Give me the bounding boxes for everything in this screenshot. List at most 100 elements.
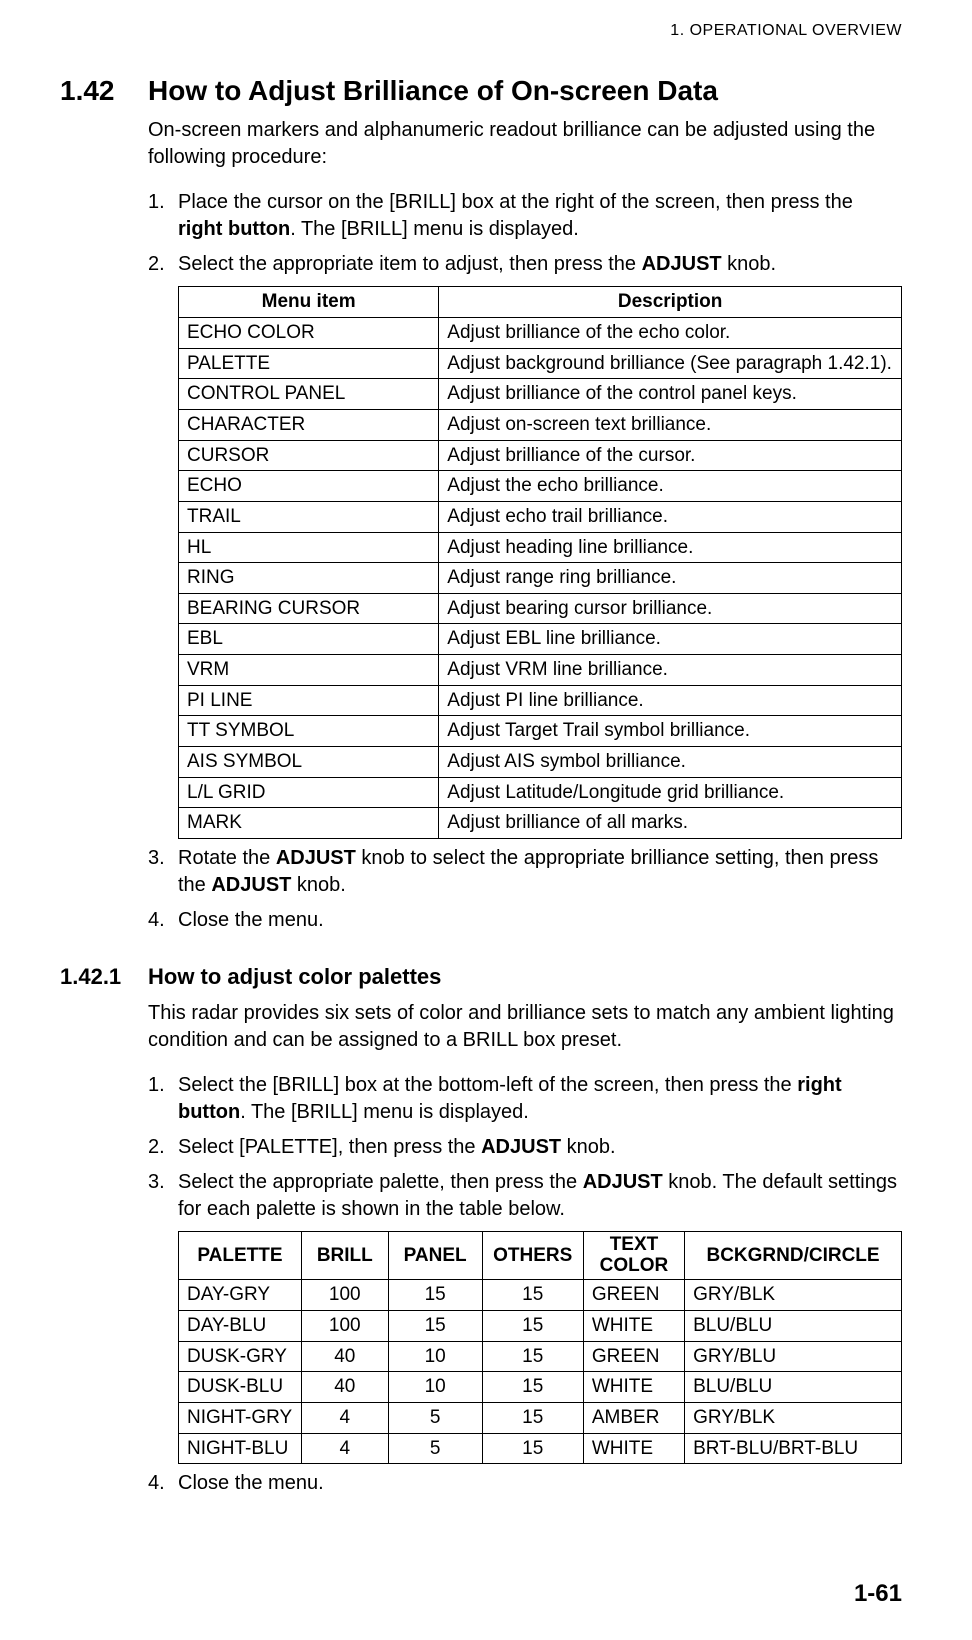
table-cell: 15 <box>388 1310 482 1341</box>
table-cell: 15 <box>482 1372 583 1403</box>
text: Rotate the <box>178 847 276 869</box>
list-item: 1. Select the [BRILL] box at the bottom-… <box>148 1072 902 1126</box>
table-row: CURSORAdjust brilliance of the cursor. <box>179 440 902 471</box>
table-cell: 100 <box>301 1280 388 1311</box>
list-text: Rotate the ADJUST knob to select the app… <box>178 845 902 899</box>
list-marker: 3. <box>148 845 178 899</box>
text: Select the appropriate palette, then pre… <box>178 1171 583 1193</box>
list-item: 4. Close the menu. <box>148 907 902 934</box>
table-row: DAY-BLU1001515WHITEBLU/BLU <box>179 1310 902 1341</box>
table-header: Description <box>439 287 902 318</box>
table-header-row: Menu item Description <box>179 287 902 318</box>
table-cell: Adjust the echo brilliance. <box>439 471 902 502</box>
table-cell: WHITE <box>583 1310 684 1341</box>
table-cell: 100 <box>301 1310 388 1341</box>
table-cell: DAY-GRY <box>179 1280 302 1311</box>
section-body: On-screen markers and alphanumeric reado… <box>148 117 902 934</box>
list-text: Select [PALETTE], then press the ADJUST … <box>178 1134 902 1161</box>
table-cell: BEARING CURSOR <box>179 593 439 624</box>
table-header: Menu item <box>179 287 439 318</box>
palette-table: PALETTE BRILL PANEL OTHERS TEXT COLOR BC… <box>178 1231 902 1465</box>
table-cell: WHITE <box>583 1372 684 1403</box>
menu-table-wrapper: Menu item Description ECHO COLORAdjust b… <box>178 286 902 839</box>
menu-item-table: Menu item Description ECHO COLORAdjust b… <box>178 286 902 839</box>
table-cell: 15 <box>482 1402 583 1433</box>
table-cell: GREEN <box>583 1280 684 1311</box>
section-number: 1.42 <box>60 72 148 110</box>
table-row: CHARACTERAdjust on-screen text brillianc… <box>179 409 902 440</box>
bold-text: ADJUST <box>583 1171 663 1193</box>
table-cell: Adjust brilliance of the control panel k… <box>439 379 902 410</box>
page-number: 1-61 <box>854 1578 902 1610</box>
table-cell: DUSK-GRY <box>179 1341 302 1372</box>
table-cell: 40 <box>301 1372 388 1403</box>
text: . The [BRILL] menu is displayed. <box>240 1101 529 1123</box>
list-text: Select the appropriate palette, then pre… <box>178 1169 902 1223</box>
table-cell: DAY-BLU <box>179 1310 302 1341</box>
table-cell: 40 <box>301 1341 388 1372</box>
list-text: Select the [BRILL] box at the bottom-lef… <box>178 1072 902 1126</box>
table-cell: BRT-BLU/BRT-BLU <box>685 1433 902 1464</box>
table-row: VRMAdjust VRM line brilliance. <box>179 655 902 686</box>
table-header: PALETTE <box>179 1231 302 1280</box>
table-cell: Adjust Latitude/Longitude grid brillianc… <box>439 777 902 808</box>
text: TEXT <box>610 1234 659 1255</box>
table-cell: PALETTE <box>179 348 439 379</box>
text: knob. <box>722 253 776 275</box>
table-header-row: PALETTE BRILL PANEL OTHERS TEXT COLOR BC… <box>179 1231 902 1280</box>
list-item: 3. Select the appropriate palette, then … <box>148 1169 902 1223</box>
table-cell: TT SYMBOL <box>179 716 439 747</box>
table-cell: TRAIL <box>179 501 439 532</box>
table-cell: 15 <box>482 1280 583 1311</box>
list-item: 1. Place the cursor on the [BRILL] box a… <box>148 189 902 243</box>
list-item: 2. Select the appropriate item to adjust… <box>148 251 902 278</box>
table-row: MARKAdjust brilliance of all marks. <box>179 808 902 839</box>
list-marker: 2. <box>148 251 178 278</box>
table-cell: Adjust echo trail brilliance. <box>439 501 902 532</box>
table-cell: NIGHT-BLU <box>179 1433 302 1464</box>
list-marker: 2. <box>148 1134 178 1161</box>
table-cell: GRY/BLK <box>685 1402 902 1433</box>
table-cell: Adjust brilliance of all marks. <box>439 808 902 839</box>
list-marker: 1. <box>148 1072 178 1126</box>
table-row: HLAdjust heading line brilliance. <box>179 532 902 563</box>
table-cell: Adjust brilliance of the cursor. <box>439 440 902 471</box>
text: COLOR <box>600 1255 669 1276</box>
table-row: PI LINEAdjust PI line brilliance. <box>179 685 902 716</box>
text: Select the [BRILL] box at the bottom-lef… <box>178 1074 797 1096</box>
table-cell: Adjust EBL line brilliance. <box>439 624 902 655</box>
list-text: Close the menu. <box>178 907 902 934</box>
table-row: ECHOAdjust the echo brilliance. <box>179 471 902 502</box>
table-cell: MARK <box>179 808 439 839</box>
table-cell: NIGHT-GRY <box>179 1402 302 1433</box>
section-intro: On-screen markers and alphanumeric reado… <box>148 117 902 171</box>
table-row: RINGAdjust range ring brilliance. <box>179 563 902 594</box>
table-header: OTHERS <box>482 1231 583 1280</box>
table-cell: ECHO COLOR <box>179 318 439 349</box>
subsection-number: 1.42.1 <box>60 962 148 992</box>
table-cell: Adjust AIS symbol brilliance. <box>439 747 902 778</box>
table-cell: PI LINE <box>179 685 439 716</box>
section-heading: 1.42 How to Adjust Brilliance of On-scre… <box>60 72 902 110</box>
table-row: ECHO COLORAdjust brilliance of the echo … <box>179 318 902 349</box>
table-cell: GRY/BLU <box>685 1341 902 1372</box>
subsection-intro: This radar provides six sets of color an… <box>148 1000 902 1054</box>
table-row: DUSK-GRY401015GREENGRY/BLU <box>179 1341 902 1372</box>
text: . The [BRILL] menu is displayed. <box>290 218 579 240</box>
table-cell: Adjust bearing cursor brilliance. <box>439 593 902 624</box>
table-cell: CONTROL PANEL <box>179 379 439 410</box>
list-item: 4. Close the menu. <box>148 1470 902 1497</box>
section-title: How to Adjust Brilliance of On-screen Da… <box>148 72 718 110</box>
table-cell: ECHO <box>179 471 439 502</box>
subsection-body: This radar provides six sets of color an… <box>148 1000 902 1498</box>
table-cell: AIS SYMBOL <box>179 747 439 778</box>
table-cell: VRM <box>179 655 439 686</box>
text: Select [PALETTE], then press the <box>178 1136 481 1158</box>
table-cell: HL <box>179 532 439 563</box>
table-row: CONTROL PANELAdjust brilliance of the co… <box>179 379 902 410</box>
table-cell: 10 <box>388 1372 482 1403</box>
table-cell: BLU/BLU <box>685 1372 902 1403</box>
table-cell: Adjust on-screen text brilliance. <box>439 409 902 440</box>
table-row: DAY-GRY1001515GREENGRY/BLK <box>179 1280 902 1311</box>
palette-table-wrapper: PALETTE BRILL PANEL OTHERS TEXT COLOR BC… <box>178 1231 902 1465</box>
